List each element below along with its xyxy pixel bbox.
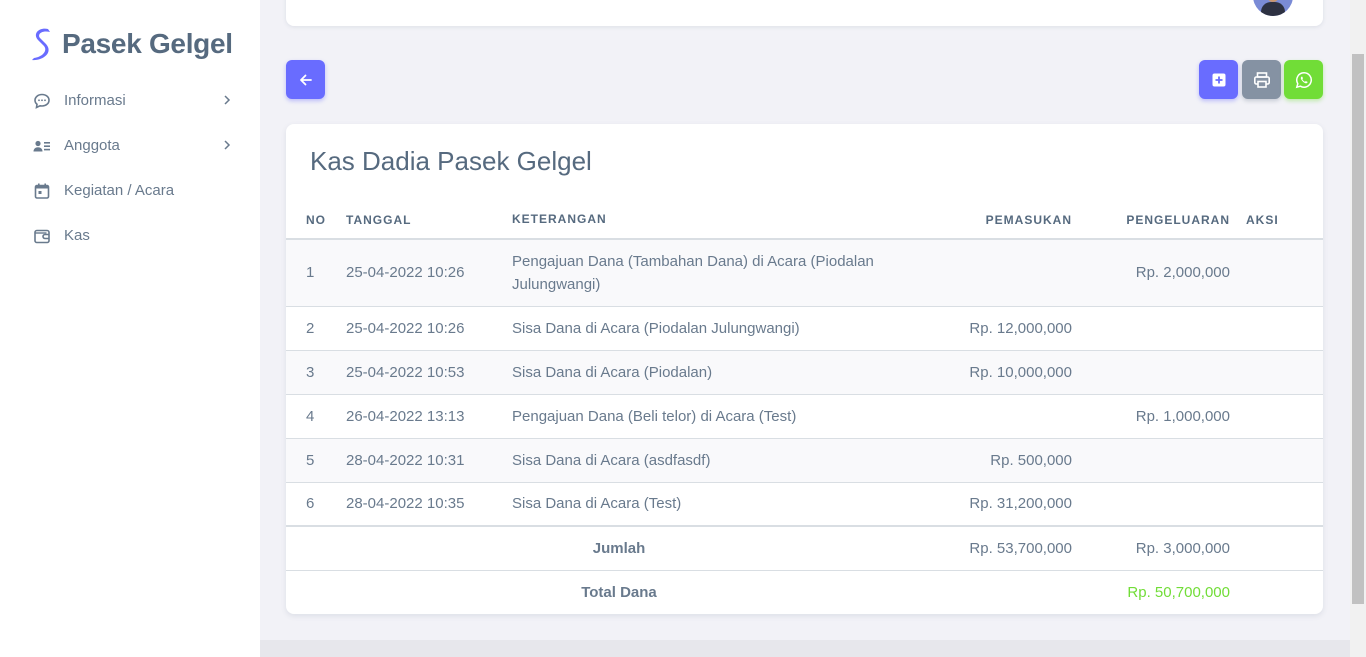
table-row: 2 25-04-2022 10:26 Sisa Dana di Acara (P… [286, 306, 1323, 351]
foot-spacer [286, 570, 346, 614]
table-row: 5 28-04-2022 10:31 Sisa Dana di Acara (a… [286, 438, 1323, 483]
chevron-right-icon [224, 95, 231, 105]
cell-pengeluaran [1088, 482, 1246, 527]
cell-pemasukan: Rp. 12,000,000 [892, 306, 1088, 351]
cell-pengeluaran [1088, 350, 1246, 395]
cell-aksi [1246, 239, 1323, 307]
avatar[interactable] [1253, 0, 1293, 16]
cell-keterangan: Pengajuan Dana (Tambahan Dana) di Acara … [512, 239, 892, 307]
add-kas-button[interactable] [1199, 60, 1238, 99]
table-row: 1 25-04-2022 10:26 Pengajuan Dana (Tamba… [286, 239, 1323, 307]
foot-aksi [1246, 526, 1323, 571]
cell-tanggal: 28-04-2022 10:35 [346, 482, 512, 527]
cell-tanggal: 28-04-2022 10:31 [346, 438, 512, 483]
cell-pengeluaran [1088, 306, 1246, 351]
table-header-row: NO TANGGAL KETERANGAN PEMASUKAN PENGELUA… [286, 201, 1323, 240]
cell-pemasukan [892, 394, 1088, 439]
page-title: Kas Dadia Pasek Gelgel [310, 146, 592, 176]
back-button[interactable] [286, 60, 325, 99]
whatsapp-icon [1295, 71, 1312, 88]
cell-aksi [1246, 306, 1323, 351]
cell-keterangan: Sisa Dana di Acara (asdfasdf) [512, 438, 892, 483]
sidebar-item-anggota[interactable]: Anggota [16, 123, 246, 168]
cell-no: 3 [286, 350, 346, 395]
cell-no: 4 [286, 394, 346, 439]
foot-aksi [1246, 570, 1323, 614]
arrow-left-icon [299, 74, 312, 85]
cell-keterangan: Pengajuan Dana (Beli telor) di Acara (Te… [512, 394, 892, 439]
sidebar: Pasek Gelgel Informasi Anggota Kegiatan … [0, 0, 260, 657]
total-dana-value: Rp. 50,700,000 [1127, 583, 1230, 601]
cell-aksi [1246, 350, 1323, 395]
scrollbar-thumb[interactable] [1352, 54, 1364, 604]
sidebar-menu: Informasi Anggota Kegiatan / Acara Kas [16, 78, 246, 258]
cell-no: 5 [286, 438, 346, 483]
col-header-no[interactable]: NO [286, 201, 346, 240]
main-content: Kas Dadia Pasek Gelgel NO TANGGAL KETERA… [260, 0, 1350, 657]
chat-bubble-icon [32, 91, 52, 111]
top-navbar [286, 0, 1323, 26]
cell-pemasukan: Rp. 10,000,000 [892, 350, 1088, 395]
kas-table: NO TANGGAL KETERANGAN PEMASUKAN PENGELUA… [286, 201, 1323, 614]
jumlah-label: Jumlah [346, 526, 892, 571]
sidebar-item-informasi[interactable]: Informasi [16, 78, 246, 123]
cell-no: 6 [286, 482, 346, 527]
jumlah-row: Jumlah Rp. 53,700,000 Rp. 3,000,000 [286, 526, 1323, 571]
cell-aksi [1246, 438, 1323, 483]
col-header-tanggal[interactable]: TANGGAL [346, 201, 512, 240]
wallet-icon [32, 226, 52, 246]
cell-keterangan: Sisa Dana di Acara (Test) [512, 482, 892, 527]
table-row: 4 26-04-2022 13:13 Pengajuan Dana (Beli … [286, 394, 1323, 439]
sidebar-item-label: Kas [64, 227, 90, 244]
col-header-aksi: AKSI [1246, 201, 1323, 240]
table-row: 6 28-04-2022 10:35 Sisa Dana di Acara (T… [286, 482, 1323, 527]
brand-logo-icon [32, 28, 50, 61]
total-label: Total Dana [581, 583, 657, 601]
whatsapp-share-button[interactable] [1284, 60, 1323, 99]
printer-icon [1253, 71, 1270, 88]
user-list-icon [32, 136, 52, 156]
table-row: 3 25-04-2022 10:53 Sisa Dana di Acara (P… [286, 350, 1323, 395]
cell-pengeluaran: Rp. 2,000,000 [1088, 239, 1246, 307]
cell-pemasukan: Rp. 500,000 [892, 438, 1088, 483]
chevron-right-icon [224, 140, 231, 150]
jumlah-pengeluaran: Rp. 3,000,000 [1088, 526, 1246, 571]
sidebar-item-label: Informasi [64, 92, 126, 109]
col-header-pengeluaran[interactable]: PENGELUARAN [1088, 201, 1246, 240]
cell-tanggal: 26-04-2022 13:13 [346, 394, 512, 439]
page-scrollbar[interactable] [1350, 0, 1366, 657]
foot-spacer [286, 526, 346, 571]
brand[interactable]: Pasek Gelgel [30, 27, 233, 61]
cell-no: 1 [286, 239, 346, 307]
col-header-pemasukan[interactable]: PEMASUKAN [892, 201, 1088, 240]
total-row: Total Dana Rp. 50,700,000 [286, 570, 1323, 614]
sidebar-item-label: Kegiatan / Acara [64, 182, 175, 199]
cell-keterangan: Sisa Dana di Acara (Piodalan) [512, 350, 892, 395]
print-button[interactable] [1242, 60, 1281, 99]
cell-pengeluaran: Rp. 1,000,000 [1088, 394, 1246, 439]
footer-strip [260, 640, 1350, 657]
cell-keterangan: Sisa Dana di Acara (Piodalan Julungwangi… [512, 306, 892, 351]
brand-name: Pasek Gelgel [62, 28, 233, 59]
total-empty [892, 570, 1088, 614]
plus-square-icon [1212, 73, 1225, 86]
avatar-body [1261, 2, 1285, 16]
cell-tanggal: 25-04-2022 10:26 [346, 239, 512, 307]
bell-icon[interactable] [1207, 0, 1223, 2]
sidebar-item-kas[interactable]: Kas [16, 213, 246, 258]
cell-aksi [1246, 482, 1323, 527]
col-header-keterangan[interactable]: KETERANGAN [512, 201, 892, 240]
sidebar-item-kegiatan[interactable]: Kegiatan / Acara [16, 168, 246, 213]
kas-card: Kas Dadia Pasek Gelgel NO TANGGAL KETERA… [286, 124, 1323, 614]
cell-pemasukan: Rp. 31,200,000 [892, 482, 1088, 527]
cell-aksi [1246, 394, 1323, 439]
jumlah-pemasukan: Rp. 53,700,000 [892, 526, 1088, 571]
cell-no: 2 [286, 306, 346, 351]
cell-tanggal: 25-04-2022 10:26 [346, 306, 512, 351]
calendar-icon [32, 181, 52, 201]
cell-pemasukan [892, 239, 1088, 307]
cell-tanggal: 25-04-2022 10:53 [346, 350, 512, 395]
sidebar-item-label: Anggota [64, 137, 120, 154]
cell-pengeluaran [1088, 438, 1246, 483]
